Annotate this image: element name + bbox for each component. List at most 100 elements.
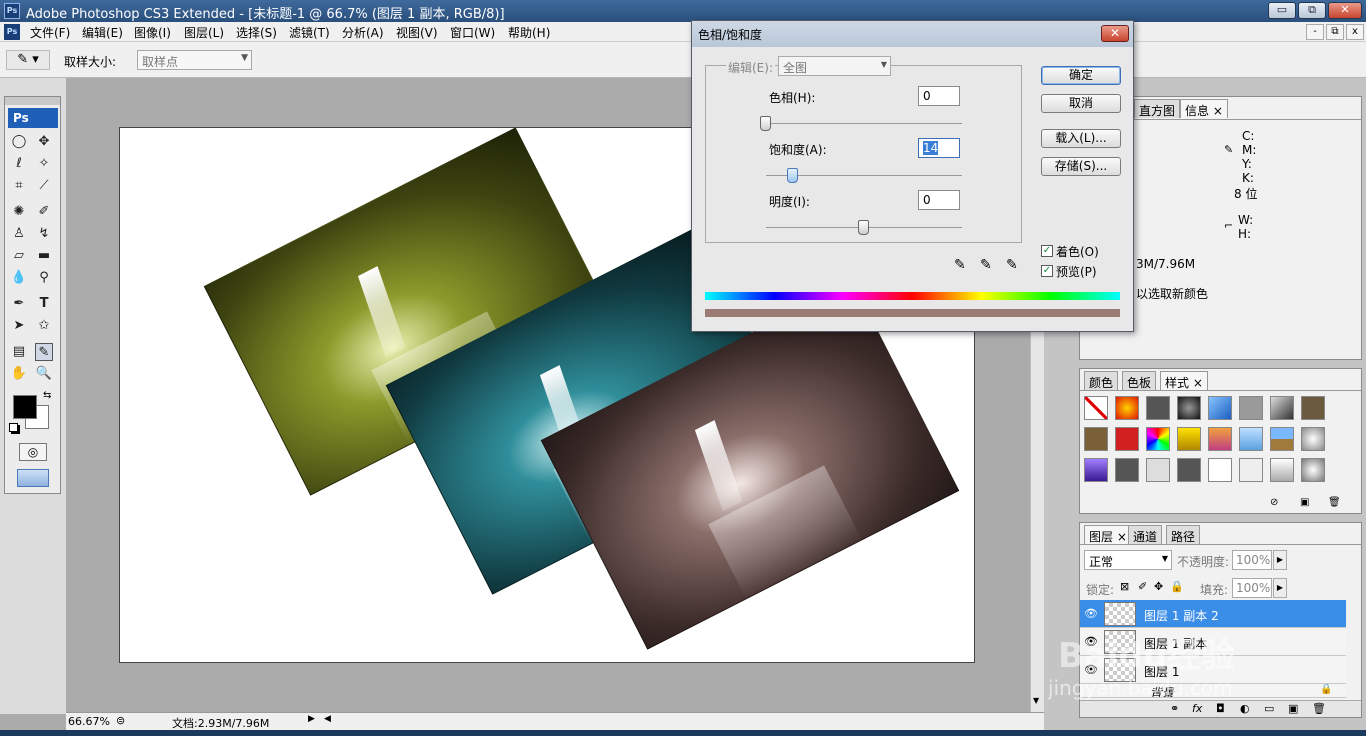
menu-filter[interactable]: 滤镜(T) bbox=[289, 24, 330, 41]
style-swatch[interactable] bbox=[1115, 458, 1139, 482]
link-layers-icon[interactable]: ⚭ bbox=[1170, 702, 1179, 715]
toolbox-header[interactable] bbox=[5, 97, 60, 105]
menu-window[interactable]: 窗口(W) bbox=[450, 24, 495, 41]
tab-histogram[interactable]: 直方图 bbox=[1134, 99, 1181, 118]
zoom-level[interactable]: 66.67% bbox=[68, 715, 110, 728]
style-swatch[interactable] bbox=[1239, 396, 1263, 420]
ok-button[interactable]: 确定 bbox=[1041, 66, 1121, 85]
menu-help[interactable]: 帮助(H) bbox=[508, 24, 550, 41]
style-swatch[interactable] bbox=[1270, 458, 1294, 482]
style-swatch[interactable] bbox=[1301, 458, 1325, 482]
magic-wand-tool-icon[interactable]: ✧ bbox=[35, 155, 53, 173]
hue-slider-thumb[interactable] bbox=[760, 116, 771, 131]
tab-swatches[interactable]: 色板 bbox=[1122, 371, 1157, 390]
eyedropper-tool-icon[interactable]: ✎ bbox=[35, 343, 53, 361]
save-button[interactable]: 存储(S)... bbox=[1041, 157, 1121, 176]
tab-channels[interactable]: 通道 bbox=[1128, 525, 1163, 544]
lightness-input[interactable]: 0 bbox=[918, 190, 960, 210]
tab-layers[interactable]: 图层 × bbox=[1084, 525, 1132, 544]
style-swatch[interactable] bbox=[1301, 427, 1325, 451]
lock-position-icon[interactable]: ✥ bbox=[1154, 580, 1163, 593]
slice-tool-icon[interactable]: ⟋ bbox=[35, 177, 53, 195]
menu-edit[interactable]: 编辑(E) bbox=[82, 24, 123, 41]
style-swatch[interactable] bbox=[1146, 427, 1170, 451]
status-info-icon[interactable]: ⊜ bbox=[116, 714, 125, 727]
eyedropper-minus-icon[interactable]: ✎ bbox=[1006, 257, 1018, 273]
foreground-color-swatch[interactable] bbox=[13, 395, 37, 419]
scroll-left-arrow-icon[interactable]: ◀ bbox=[324, 714, 331, 724]
lightness-slider-thumb[interactable] bbox=[858, 220, 869, 235]
doc-restore-button[interactable]: ⧉ bbox=[1326, 24, 1344, 40]
doc-close-button[interactable]: x bbox=[1346, 24, 1364, 40]
blend-mode-select[interactable]: 正常 ▼ bbox=[1084, 550, 1172, 570]
minimize-button[interactable]: ▭ bbox=[1268, 2, 1296, 19]
toolbox-ps-logo[interactable]: Ps bbox=[8, 108, 58, 128]
tab-styles[interactable]: 样式 × bbox=[1160, 371, 1208, 390]
hue-slider-track[interactable] bbox=[766, 123, 962, 124]
saturation-slider-thumb[interactable] bbox=[787, 168, 799, 183]
default-colors-icon[interactable] bbox=[9, 423, 18, 432]
style-swatch[interactable] bbox=[1239, 427, 1263, 451]
dialog-close-button[interactable]: ✕ bbox=[1101, 25, 1129, 42]
dialog-title-bar[interactable]: 色相/饱和度 bbox=[692, 21, 1133, 47]
opacity-input[interactable]: 100% bbox=[1232, 550, 1272, 570]
tab-paths[interactable]: 路径 bbox=[1166, 525, 1201, 544]
photoshop-menu-icon[interactable]: Ps bbox=[4, 24, 20, 40]
doc-minimize-button[interactable]: - bbox=[1306, 24, 1324, 40]
saturation-input[interactable]: 14 bbox=[918, 138, 960, 158]
delete-style-icon[interactable]: ⊘ bbox=[1270, 497, 1278, 508]
visibility-eye-icon[interactable]: 👁 bbox=[1082, 605, 1100, 623]
clone-stamp-tool-icon[interactable]: ♙ bbox=[10, 225, 28, 243]
brush-tool-icon[interactable]: ✐ bbox=[35, 203, 53, 221]
trash-icon[interactable]: 🗑 bbox=[1328, 497, 1341, 508]
status-menu-arrow-icon[interactable]: ▶ bbox=[308, 714, 315, 724]
cancel-button[interactable]: 取消 bbox=[1041, 94, 1121, 113]
style-swatch[interactable] bbox=[1115, 427, 1139, 451]
style-swatch[interactable] bbox=[1208, 427, 1232, 451]
lock-pixels-icon[interactable]: ✐ bbox=[1138, 580, 1147, 593]
style-swatch[interactable] bbox=[1301, 396, 1325, 420]
menu-analysis[interactable]: 分析(A) bbox=[342, 24, 384, 41]
healing-brush-tool-icon[interactable]: ✺ bbox=[10, 203, 28, 221]
blur-tool-icon[interactable]: 💧 bbox=[10, 269, 28, 287]
edit-range-select[interactable]: 全图 ▼ bbox=[778, 56, 891, 76]
style-swatch[interactable] bbox=[1177, 396, 1201, 420]
load-button[interactable]: 载入(L)... bbox=[1041, 129, 1121, 148]
style-swatch[interactable] bbox=[1146, 458, 1170, 482]
marquee-tool-icon[interactable]: ◯ bbox=[10, 133, 28, 151]
layer-row[interactable]: 👁 图层 1 副本 2 bbox=[1080, 600, 1346, 628]
lock-transparency-icon[interactable]: ⊠ bbox=[1120, 580, 1129, 593]
style-none-swatch[interactable] bbox=[1084, 396, 1108, 420]
history-brush-tool-icon[interactable]: ↯ bbox=[35, 225, 53, 243]
colorize-checkbox[interactable]: ✓ bbox=[1041, 245, 1053, 257]
crop-tool-icon[interactable]: ⌗ bbox=[10, 177, 28, 195]
move-tool-icon[interactable]: ✥ bbox=[35, 133, 53, 151]
style-swatch[interactable] bbox=[1084, 458, 1108, 482]
pen-tool-icon[interactable]: ✒ bbox=[10, 295, 28, 313]
restore-button[interactable]: ⧉ bbox=[1298, 2, 1326, 19]
adjustment-layer-icon[interactable]: ◐ bbox=[1240, 702, 1250, 715]
menu-select[interactable]: 选择(S) bbox=[236, 24, 277, 41]
gradient-tool-icon[interactable]: ▬ bbox=[35, 247, 53, 265]
style-swatch[interactable] bbox=[1270, 427, 1294, 451]
layer-mask-icon[interactable]: ◘ bbox=[1216, 702, 1225, 715]
style-swatch[interactable] bbox=[1177, 427, 1201, 451]
zoom-tool-icon[interactable]: 🔍 bbox=[35, 365, 53, 383]
layer-style-icon[interactable]: fx bbox=[1192, 702, 1202, 715]
swap-colors-icon[interactable]: ⇆ bbox=[43, 390, 51, 401]
lasso-tool-icon[interactable]: ℓ bbox=[10, 155, 28, 173]
menu-file[interactable]: 文件(F) bbox=[30, 24, 70, 41]
new-style-icon[interactable]: ▣ bbox=[1300, 497, 1309, 508]
notes-tool-icon[interactable]: ▤ bbox=[10, 343, 28, 361]
custom-shape-tool-icon[interactable]: ✩ bbox=[35, 317, 53, 335]
eyedropper-plus-icon[interactable]: ✎ bbox=[980, 257, 992, 273]
preview-checkbox[interactable]: ✓ bbox=[1041, 265, 1053, 277]
eyedropper-icon[interactable]: ✎ bbox=[954, 257, 966, 273]
menu-layer[interactable]: 图层(L) bbox=[184, 24, 224, 41]
path-selection-tool-icon[interactable]: ➤ bbox=[10, 317, 28, 335]
tab-info[interactable]: 信息 × bbox=[1180, 99, 1228, 118]
style-swatch[interactable] bbox=[1084, 427, 1108, 451]
opacity-slider-arrow-icon[interactable]: ▶ bbox=[1273, 550, 1287, 570]
fill-slider-arrow-icon[interactable]: ▶ bbox=[1273, 578, 1287, 598]
type-tool-icon[interactable]: T bbox=[35, 295, 53, 313]
